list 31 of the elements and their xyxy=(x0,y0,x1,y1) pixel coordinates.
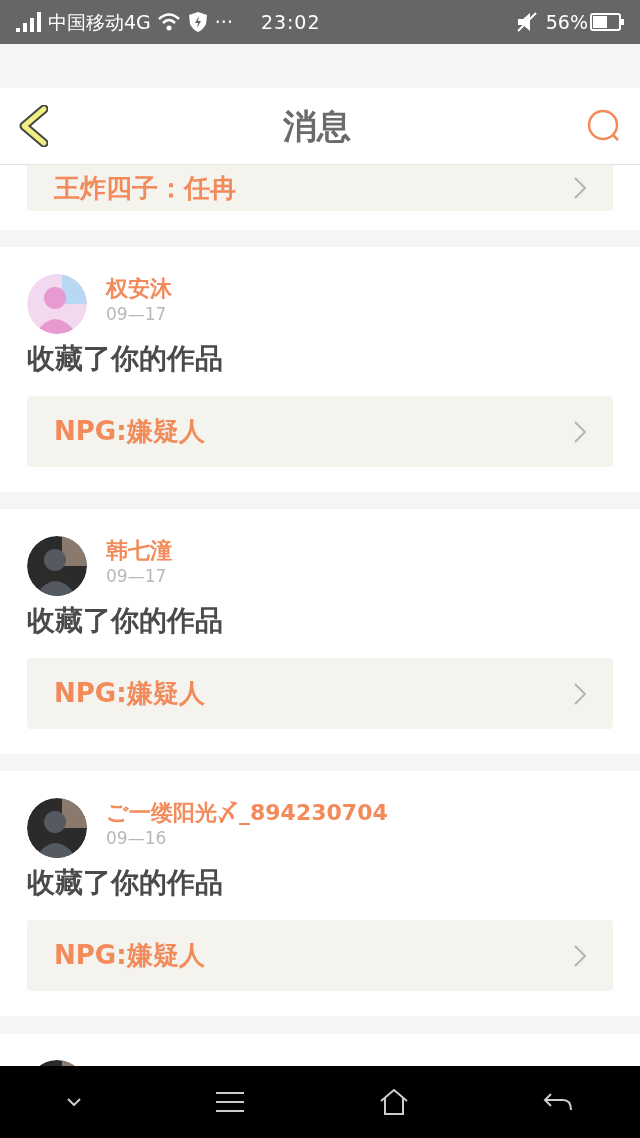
carrier-text: 中国移动4G xyxy=(48,9,151,35)
user-name[interactable]: 韩七潼 xyxy=(106,536,172,566)
user-name[interactable]: ご一缕阳光〆_894230704 xyxy=(106,798,388,828)
work-link[interactable]: NPG:嫌疑人 xyxy=(27,920,613,991)
signal-icon xyxy=(16,12,44,32)
page-title: 消息 xyxy=(283,104,351,148)
shield-icon xyxy=(188,12,207,32)
home-icon[interactable] xyxy=(379,1088,409,1116)
date-text: 09—17 xyxy=(106,566,168,586)
chevron-right-icon xyxy=(574,682,586,705)
chevron-down-icon[interactable] xyxy=(67,1098,81,1106)
battery-text: 56% xyxy=(545,9,588,35)
action-text: 收藏了你的作品 xyxy=(26,603,224,639)
user-name[interactable]: 权安沐 xyxy=(106,274,172,304)
chevron-right-icon xyxy=(574,420,586,443)
work-link[interactable]: NPG:嫌疑人 xyxy=(27,396,613,467)
chevron-right-icon xyxy=(574,944,586,967)
menu-icon[interactable] xyxy=(215,1091,245,1113)
action-text: 收藏了你的作品 xyxy=(26,865,224,901)
wifi-icon xyxy=(156,12,181,32)
battery-icon xyxy=(590,13,624,31)
chevron-right-icon xyxy=(574,177,586,199)
work-link[interactable]: NPG:嫌疑人 xyxy=(27,658,613,729)
clock-text: 23:02 xyxy=(260,9,321,35)
date-text: 09—17 xyxy=(106,304,168,324)
action-text: 收藏了你的作品 xyxy=(26,341,224,377)
work-link[interactable]: 王炸四子：任冉 xyxy=(27,165,613,211)
back-icon[interactable] xyxy=(18,105,48,147)
more-text: ··· xyxy=(214,9,233,35)
mute-icon xyxy=(515,12,538,32)
date-text: 09—16 xyxy=(106,828,168,848)
